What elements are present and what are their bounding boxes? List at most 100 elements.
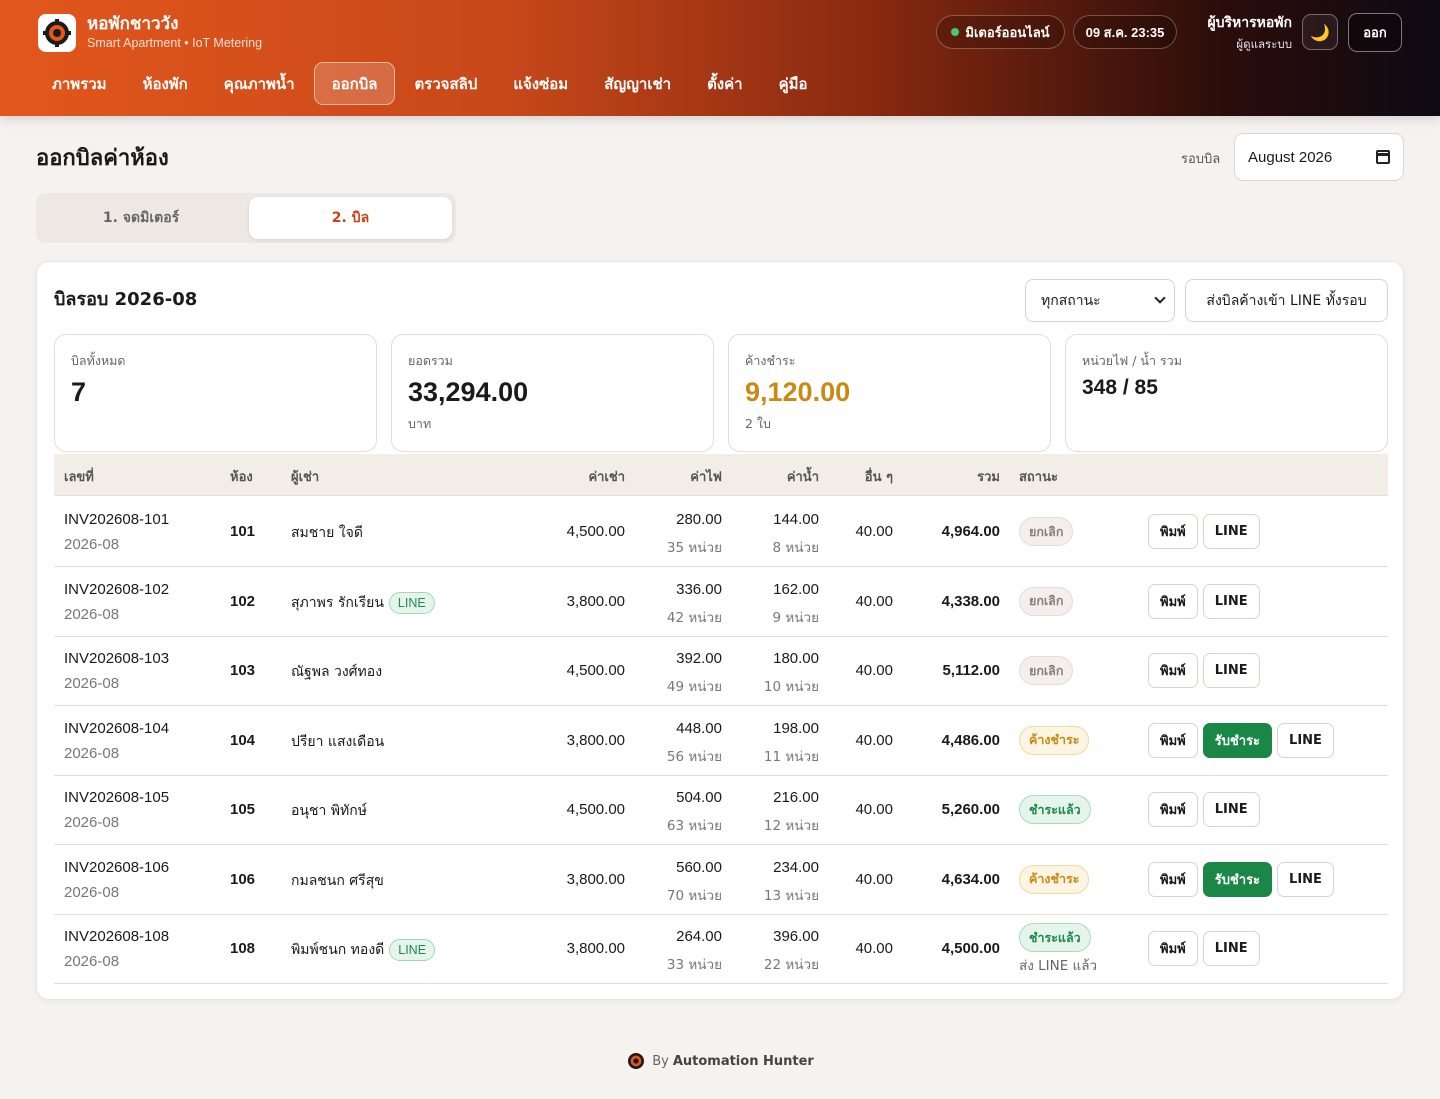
room-number: 104 [230,731,256,749]
nav-item-contracts[interactable]: สัญญาเช่า [587,62,688,105]
rent-amount: 4,500.00 [566,523,625,540]
total-amount: 4,486.00 [941,731,1000,749]
electric-units: 63 หน่วย [666,818,722,834]
status-filter-select[interactable]: ทุกสถานะ [1025,279,1175,322]
print-button[interactable]: พิมพ์ [1148,931,1198,966]
th-room: ห้อง [230,470,253,485]
send-line-button[interactable]: LINE [1202,514,1260,549]
print-button[interactable]: พิมพ์ [1148,861,1198,897]
th-rent: ค่าเช่า [588,470,625,485]
print-button[interactable]: พิมพ์ [1148,792,1198,827]
other-amount: 40.00 [855,731,893,749]
stat-sub: 2 ใบ [745,416,771,431]
total-amount: 5,112.00 [942,662,1000,679]
stat-label: ค้างชำระ [745,353,796,368]
invoice-number: INV202608-104 [64,719,170,737]
send-line-button[interactable]: LINE [1202,931,1260,966]
other-amount: 40.00 [855,801,893,818]
tenant-cell: กมลชนก ศรีสุข [291,870,384,892]
user-name: ผู้บริหารหอพัก [1207,15,1292,31]
invoice-period: 2026-08 [64,675,120,692]
nav-item-overview[interactable]: ภาพรวม [35,62,124,105]
invoice-period: 2026-08 [64,883,120,901]
receive-payment-button[interactable]: รับชำระ [1202,722,1273,758]
tenant-name: สมชาย ใจดี [291,525,363,541]
tenant-name: ณัฐพล วงศ์ทอง [291,664,383,680]
tenant-name: อนุชา พิทักษ์ [291,803,367,819]
send-line-button[interactable]: LINE [1202,653,1260,688]
logout-button[interactable]: ออก [1348,13,1402,52]
room-number: 106 [230,870,256,888]
electric-units: 42 หน่วย [666,609,722,626]
calendar-icon[interactable] [1376,150,1390,164]
app-header: หอพักชาววัง Smart Apartment • IoT Meteri… [0,0,1440,116]
nav-item-manual[interactable]: คู่มือ [762,62,825,105]
nav-item-rooms[interactable]: ห้องพัก [126,62,205,105]
receive-payment-button[interactable]: รับชำระ [1202,861,1273,897]
rent-amount: 3,800.00 [566,870,625,888]
room-number: 105 [230,801,256,818]
table-row: INV202608-104 2026-08 104 ปรียา แสงเดือน 3,8… [54,706,1388,776]
send-line-button[interactable]: LINE [1277,722,1334,758]
invoice-number: INV202608-103 [64,650,170,667]
total-amount: 4,338.00 [941,592,1000,610]
chevron-down-icon [1154,292,1166,304]
send-line-button[interactable]: LINE [1202,792,1260,827]
table-row: INV202608-101 2026-08 101 สมชาย ใจดี 4,500.0… [54,497,1388,567]
water-units: 10 หน่วย [763,679,819,695]
tenant-name: ปรียา แสงเดือน [291,733,385,750]
stat-units: หน่วยไฟ / น้ำ รวม 348 / 85 [1065,334,1388,452]
electric-amount: 448.00 [676,719,722,737]
page-title: ออกบิลค่าห้อง [36,146,169,171]
tab-meter-reading[interactable]: 1. จดมิเตอร์ [36,197,246,239]
stat-value: 9,120.00 [745,377,851,407]
water-units: 8 หน่วย [772,540,820,556]
line-linked-badge: LINE [388,591,435,614]
print-button[interactable]: พิมพ์ [1148,514,1198,549]
tenant-cell: สมชาย ใจดี [291,522,363,544]
water-amount: 144.00 [773,511,819,528]
send-all-line-button[interactable]: ส่งบิลค้างเข้า LINE ทั้งรอบ [1185,279,1388,322]
stat-label: หน่วยไฟ / น้ำ รวม [1082,353,1182,368]
nav-item-slip-check[interactable]: ตรวจสลิป [397,62,494,105]
th-status: สถานะ [1019,470,1058,485]
water-units: 9 หน่วย [772,609,820,626]
theme-toggle-button[interactable]: 🌙 [1302,14,1338,50]
moon-icon: 🌙 [1310,22,1330,42]
billing-cycle-input[interactable]: August 2026 [1234,133,1404,181]
electric-units: 56 หน่วย [666,748,722,765]
stat-total-bills: บิลทั้งหมด 7 [54,334,377,452]
water-units: 13 หน่วย [763,887,819,904]
water-amount: 180.00 [773,650,819,667]
th-electric: ค่าไฟ [690,470,722,485]
print-button[interactable]: พิมพ์ [1148,583,1198,619]
print-button[interactable]: พิมพ์ [1148,722,1198,758]
send-line-button[interactable]: LINE [1277,861,1334,897]
table-header: เลขที่ ห้อง ผู้เช่า ค่าเช่า ค่าไฟ ค่าน้ำ… [54,454,1388,496]
status-badge: ยกเลิก [1019,656,1074,685]
app-logo[interactable] [38,14,76,52]
other-amount: 40.00 [855,662,893,679]
electric-amount: 560.00 [676,858,722,876]
datetime-pill: 09 ส.ค. 23:35 [1073,15,1177,49]
tab-bills[interactable]: 2. บิล [249,197,452,239]
invoice-period: 2026-08 [64,814,120,831]
water-units: 22 หน่วย [763,957,819,973]
rent-amount: 3,800.00 [566,731,625,749]
other-amount: 40.00 [855,940,893,957]
nav-item-billing[interactable]: ออกบิล [313,62,396,105]
send-line-button[interactable]: LINE [1202,583,1260,619]
nav-item-water-quality[interactable]: คุณภาพน้ำ [207,62,312,105]
invoice-number: INV202608-106 [64,858,170,876]
tenant-name: พิมพ์ชนก ทองดี [291,942,385,958]
row-actions: พิมพ์ LINE [1148,792,1265,827]
table-row: INV202608-108 2026-08 108 พิมพ์ชนก ทองดี LIN… [54,914,1388,984]
billing-cycle-value: August 2026 [1248,148,1333,166]
electric-units: 49 หน่วย [666,679,722,695]
table-row: INV202608-103 2026-08 103 ณัฐพล วงศ์ทอง 4,50… [54,636,1388,706]
print-button[interactable]: พิมพ์ [1148,653,1198,688]
status-filter-value: ทุกสถานะ [1041,292,1101,309]
nav-item-repairs[interactable]: แจ้งซ่อม [496,62,585,105]
nav-item-settings[interactable]: ตั้งค่า [690,62,760,105]
invoice-number: INV202608-102 [64,580,170,598]
